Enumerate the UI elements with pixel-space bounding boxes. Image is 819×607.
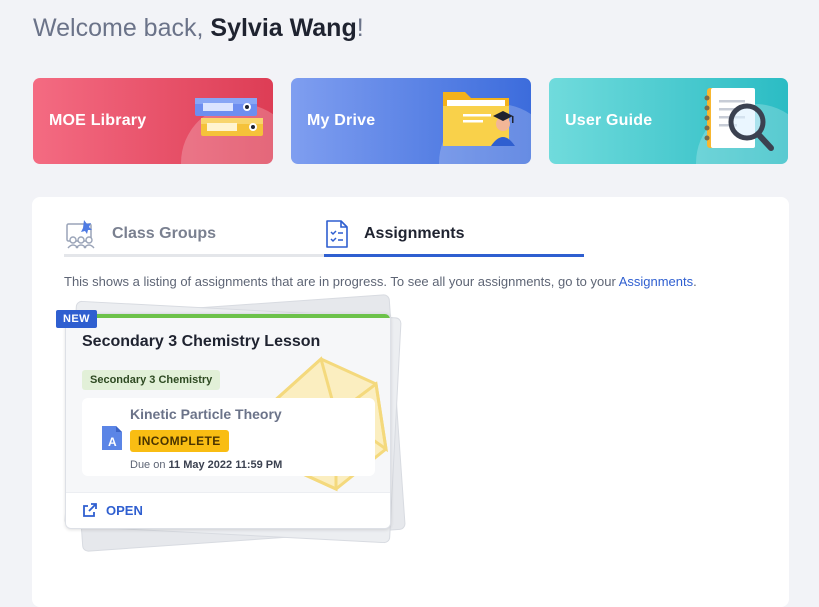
welcome-heading: Welcome back, Sylvia Wang! [33, 14, 364, 43]
assignment-item-title: Kinetic Particle Theory [130, 406, 282, 422]
welcome-prefix: Welcome back, [33, 14, 211, 42]
card-accent-bar [66, 314, 390, 318]
notebook-magnifier-icon [704, 88, 774, 151]
welcome-suffix: ! [356, 14, 364, 42]
tab-label: Class Groups [112, 224, 217, 242]
class-groups-icon [66, 219, 95, 248]
assignment-doc-icon: A [102, 426, 122, 450]
tab-assignments[interactable]: Assignments [324, 213, 584, 257]
assignment-card[interactable]: Secondary 3 Chemistry Lesson Secondary 3… [65, 313, 391, 529]
my-drive-tile[interactable]: My Drive [291, 78, 531, 164]
tab-label: Assignments [364, 224, 465, 242]
tile-label: User Guide [565, 112, 653, 129]
info-end: . [693, 274, 697, 289]
user-name: Sylvia Wang [210, 14, 357, 42]
due-date: Due on 11 May 2022 11:59 PM [130, 459, 282, 471]
assignment-item[interactable]: A Kinetic Particle Theory INCOMPLETE Due… [82, 398, 375, 476]
binders-icon [195, 98, 263, 136]
external-link-icon [83, 503, 97, 517]
folder-graduate-icon [443, 92, 515, 146]
due-datetime: 11 May 2022 11:59 PM [168, 459, 283, 471]
open-label: OPEN [106, 502, 143, 518]
subject-tag: Secondary 3 Chemistry [82, 370, 221, 390]
status-badge: INCOMPLETE [130, 430, 229, 452]
tile-label: My Drive [307, 112, 376, 129]
card-title: Secondary 3 Chemistry Lesson [82, 333, 321, 350]
open-button[interactable]: OPEN [82, 502, 143, 518]
moe-library-tile[interactable]: MOE Library [33, 78, 273, 164]
assignments-link[interactable]: Assignments [619, 274, 693, 289]
assignments-checklist-icon [326, 219, 348, 248]
assignments-panel: Class Groups Assignments This shows a li… [32, 197, 789, 607]
tab-class-groups[interactable]: Class Groups [64, 213, 324, 257]
svg-text:A: A [108, 435, 117, 449]
tile-label: MOE Library [49, 112, 147, 129]
card-footer: OPEN [66, 492, 390, 528]
user-guide-tile[interactable]: User Guide [549, 78, 788, 164]
new-badge: NEW [56, 310, 97, 328]
info-text: This shows a listing of assignments that… [64, 274, 697, 289]
due-prefix: Due on [130, 459, 169, 471]
info-body: This shows a listing of assignments that… [64, 274, 619, 289]
